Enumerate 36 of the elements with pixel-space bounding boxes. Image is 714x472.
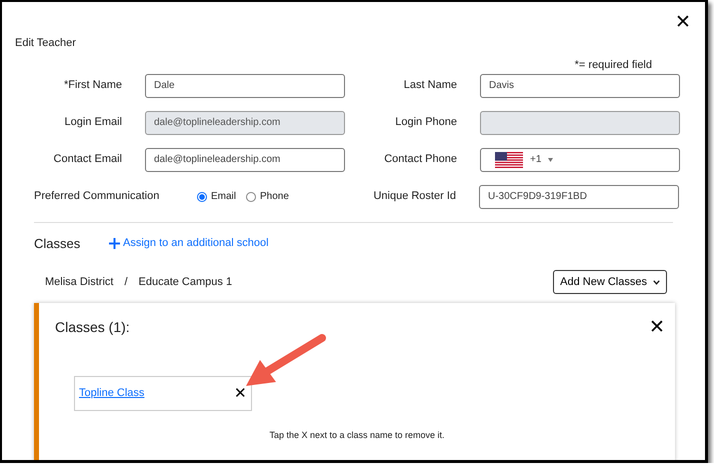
flag-icon [495, 152, 523, 168]
phone-field[interactable]: +1 [480, 148, 680, 172]
breadcrumb-separator: / [124, 274, 128, 290]
hint-text: Tap the X next to a class name to remove it. [268, 429, 446, 442]
radio-label: Email [211, 190, 236, 204]
field-label: *First Name [62, 78, 122, 94]
breadcrumb-item[interactable]: Melisa District [45, 274, 114, 290]
dialog-title: Edit Teacher [14, 36, 77, 50]
breadcrumb-item[interactable]: Educate Campus 1 [138, 274, 232, 290]
field-label: Preferred Communication [33, 189, 160, 204]
assign-link[interactable]: Assign to an additional school [109, 235, 269, 252]
field-label: Contact Phone [383, 152, 457, 168]
close-button[interactable]: ✕ [649, 318, 665, 338]
required-note: *= required field [574, 59, 653, 71]
radio-label: Phone [260, 190, 289, 204]
field-label: Last Name [402, 78, 457, 94]
add-classes-select[interactable]: Add New Classes [553, 270, 667, 294]
input-field[interactable]: U-30CF9D9-319F1BD [479, 184, 679, 208]
input-field[interactable]: Davis [480, 74, 680, 98]
input-field[interactable]: dale@toplineleadership.com [145, 148, 345, 172]
field-label: Login Phone [394, 115, 457, 130]
radio-button[interactable] [197, 192, 207, 202]
close-button[interactable]: ✕ [675, 10, 691, 36]
field-label: Login Email [64, 115, 122, 130]
card-title: Classes (1): [55, 318, 130, 337]
country-code: +1 [530, 153, 542, 167]
field-label: Contact Email [52, 152, 122, 168]
radio-button[interactable] [246, 192, 256, 202]
chevron-icon [653, 280, 660, 284]
class-link[interactable]: Topline Class [79, 385, 144, 402]
plus-icon [109, 238, 120, 249]
caret-icon [548, 158, 554, 162]
field-label: Unique Roster Id [372, 189, 456, 204]
input-field[interactable]: Dale [145, 74, 345, 98]
remove-button[interactable]: ✕ [234, 384, 247, 404]
section-title: Classes [34, 234, 82, 253]
